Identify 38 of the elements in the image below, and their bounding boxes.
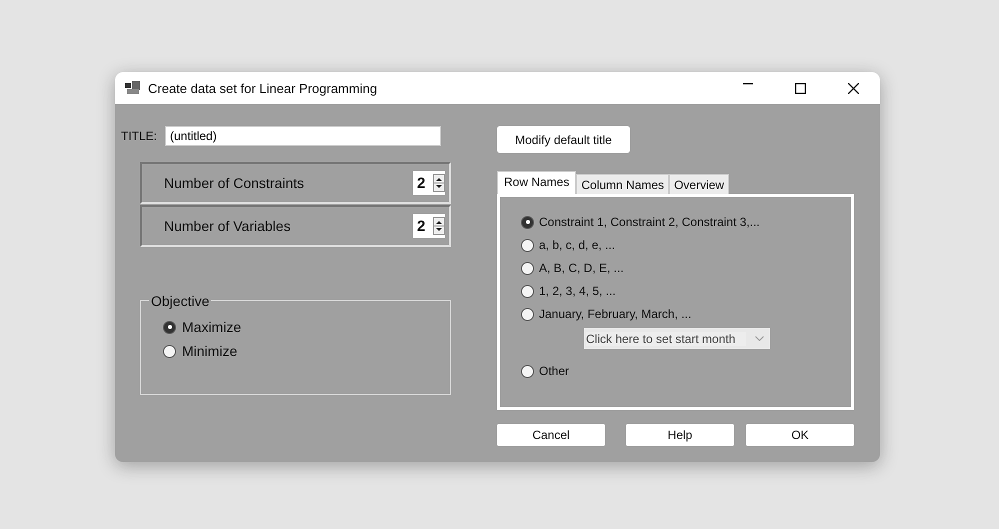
maximize-icon[interactable] (795, 82, 806, 94)
dialog-button[interactable]: OK (746, 424, 854, 446)
number-spinner[interactable]: 2 (413, 214, 445, 238)
radio-icon[interactable] (521, 284, 534, 298)
radio-option[interactable]: Constraint 1, Constraint 2, Constraint 3,... (521, 215, 851, 229)
radio-icon[interactable] (521, 216, 534, 228)
title-field[interactable]: (untitled) (165, 126, 442, 146)
modify-title-button[interactable]: Modify default title (497, 126, 630, 153)
tab[interactable]: Row Names (497, 171, 576, 194)
radio-option[interactable]: a, b, c, d, e, ... (521, 238, 851, 252)
app-icon (125, 81, 141, 95)
radio-option[interactable]: Other (521, 364, 851, 378)
radio-option[interactable]: 1, 2, 3, 4, 5, ... (521, 284, 851, 298)
dialog-button[interactable]: Help (626, 424, 734, 446)
radio-icon[interactable] (521, 364, 534, 378)
tab[interactable]: Column Names (576, 174, 670, 194)
count-label: Number of Variables (164, 218, 291, 234)
close-icon[interactable] (848, 82, 859, 94)
month-dropdown[interactable]: Click here to set start month (584, 328, 770, 349)
radio-icon[interactable] (521, 238, 534, 252)
radio-option[interactable]: Maximize (163, 319, 450, 335)
count-label: Number of Constraints (164, 175, 304, 191)
group-label: Objective (149, 293, 212, 309)
radio-option[interactable]: A, B, C, D, E, ... (521, 261, 851, 275)
dialog-button[interactable]: Cancel (497, 424, 605, 446)
window-title: Create data set for Linear Programming (148, 80, 378, 96)
tab[interactable]: Overview (669, 174, 730, 194)
spin-arrows-icon[interactable] (433, 174, 445, 192)
spin-arrows-icon[interactable] (433, 217, 445, 235)
radio-option[interactable]: January, February, March, ... (521, 307, 851, 321)
title-label: TITLE: (121, 129, 158, 143)
radio-option[interactable]: Minimize (163, 343, 450, 359)
radio-icon[interactable] (521, 262, 534, 274)
minimize-icon[interactable] (743, 82, 753, 84)
radio-icon[interactable] (521, 308, 534, 320)
number-spinner[interactable]: 2 (413, 171, 445, 195)
radio-icon[interactable] (163, 344, 176, 358)
radio-icon[interactable] (163, 320, 176, 334)
